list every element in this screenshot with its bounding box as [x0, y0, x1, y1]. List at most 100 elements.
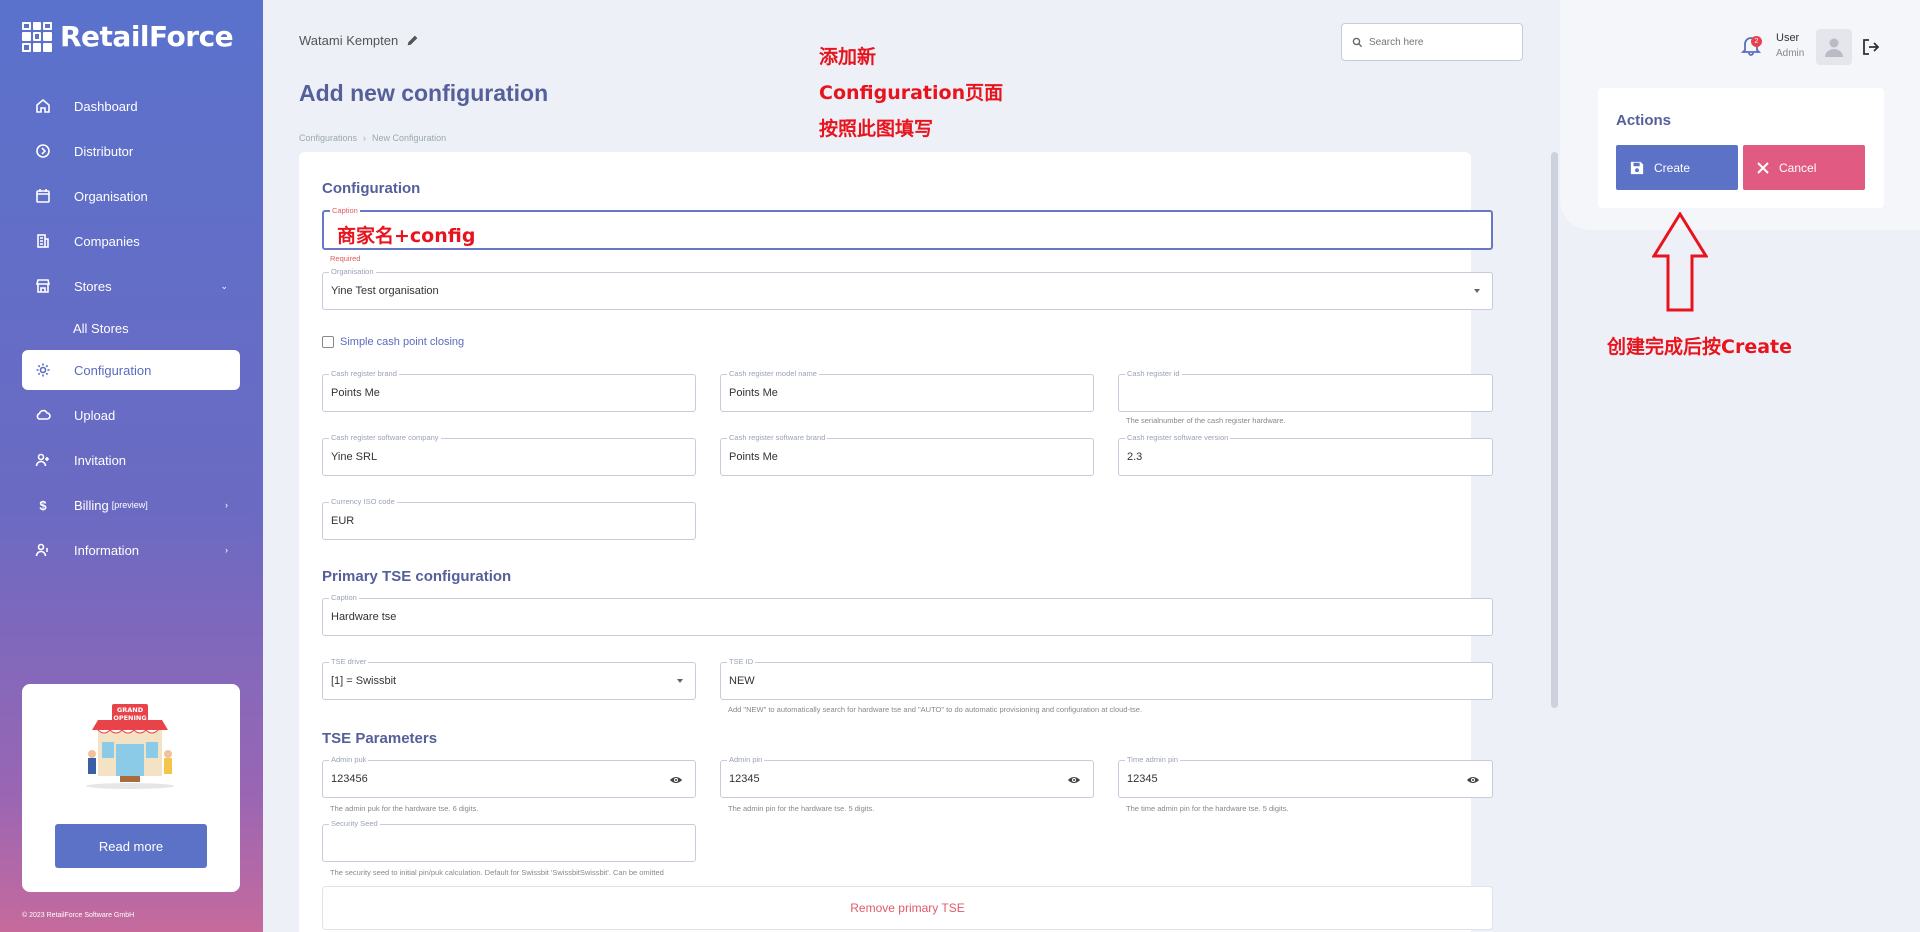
search-icon — [1352, 37, 1363, 47]
admin-pin-field[interactable]: Admin pin 12345 — [720, 755, 1094, 798]
annotation-create-hint: 创建完成后按Create — [1607, 336, 1792, 358]
security-seed-hint: The security seed to initial pin/puk cal… — [330, 868, 664, 877]
field-label: Cash register brand — [329, 369, 399, 378]
field-value: 12345 — [1127, 773, 1158, 785]
eye-icon[interactable] — [1466, 773, 1480, 787]
sidebar-item-billing[interactable]: $ Billing [preview] › — [22, 485, 240, 525]
save-icon — [1630, 161, 1644, 174]
home-icon — [34, 97, 52, 115]
promo-card: GRAND OPENING Read more — [22, 684, 240, 892]
cash-register-id-field[interactable]: Cash register id — [1118, 369, 1493, 412]
sidebar-item-invitation[interactable]: Invitation — [22, 440, 240, 480]
sidebar-item-organisation[interactable]: Organisation — [22, 176, 240, 216]
currency-field[interactable]: Currency ISO code EUR — [322, 497, 696, 540]
tse-id-hint: Add "NEW" to automatically search for ha… — [728, 705, 1143, 714]
time-admin-pin-field[interactable]: Time admin pin 12345 — [1118, 755, 1493, 798]
field-label: Cash register software company — [329, 433, 441, 442]
copyright-text: © 2023 RetailForce Software GmbH — [22, 912, 135, 919]
cash-register-model-field[interactable]: Cash register model name Points Me — [720, 369, 1094, 412]
edit-pencil-icon[interactable] — [406, 34, 419, 47]
gear-icon — [34, 361, 52, 379]
field-label: Cash register id — [1125, 369, 1182, 378]
sign-text-opening: OPENING — [113, 714, 146, 722]
main-content: Watami Kempten Add new configuration Con… — [263, 0, 1560, 932]
field-label: Cash register software brand — [727, 433, 828, 442]
software-version-field[interactable]: Cash register software version 2.3 — [1118, 433, 1493, 476]
logout-icon[interactable] — [1862, 38, 1880, 56]
search-input[interactable] — [1369, 36, 1509, 48]
sidebar-item-information[interactable]: Information › — [22, 530, 240, 570]
cancel-button[interactable]: Cancel — [1743, 145, 1865, 190]
field-label: TSE driver — [329, 657, 369, 666]
simple-cash-point-closing-checkbox[interactable]: Simple cash point closing — [322, 336, 464, 348]
admin-puk-field[interactable]: Admin puk 123456 — [322, 755, 696, 798]
cloud-icon — [34, 406, 52, 424]
field-label: Caption — [329, 593, 359, 602]
field-value: 123456 — [331, 773, 368, 785]
tse-caption-field[interactable]: Caption Hardware tse — [322, 593, 1493, 636]
avatar[interactable] — [1816, 29, 1852, 65]
checkbox-box[interactable] — [322, 336, 334, 348]
sidebar-item-all-stores[interactable]: All Stores — [22, 311, 240, 345]
qr-logo-icon — [22, 21, 52, 52]
sidebar-item-label: All Stores — [73, 320, 129, 336]
annotation-up-arrow — [1652, 212, 1708, 312]
time-admin-pin-hint: The time admin pin for the hardware tse.… — [1126, 804, 1289, 813]
create-button-label: Create — [1654, 160, 1691, 175]
page-title: Add new configuration — [299, 80, 549, 106]
sidebar-item-label: Stores — [74, 278, 112, 294]
field-label: Cash register software version — [1125, 433, 1231, 442]
caption-field[interactable]: Caption 商家名+config — [322, 206, 1493, 250]
scrollbar-thumb[interactable] — [1551, 152, 1558, 708]
brand-logo[interactable]: RetailForce — [22, 20, 234, 53]
brand-name: RetailForce — [60, 20, 234, 53]
organisation-label: Organisation — [329, 267, 376, 276]
eye-icon[interactable] — [669, 773, 683, 787]
sidebar-item-label: Configuration — [74, 362, 152, 378]
sidebar-item-label: Companies — [74, 233, 140, 249]
field-value: Points Me — [331, 387, 380, 399]
actions-title: Actions — [1616, 112, 1672, 129]
organisation-select[interactable]: Organisation Yine Test organisation — [322, 267, 1493, 310]
eye-icon[interactable] — [1067, 773, 1081, 787]
section-title-primary-tse: Primary TSE configuration — [322, 568, 512, 585]
software-brand-field[interactable]: Cash register software brand Points Me — [720, 433, 1094, 476]
remove-primary-tse-button[interactable]: Remove primary TSE — [322, 886, 1493, 930]
sidebar-item-upload[interactable]: Upload — [22, 395, 240, 435]
security-seed-field[interactable]: Security Seed — [322, 819, 696, 862]
create-button[interactable]: Create — [1616, 145, 1738, 190]
field-label: Time admin pin — [1125, 755, 1180, 764]
tse-id-field[interactable]: TSE ID NEW — [720, 657, 1493, 700]
building-icon — [34, 232, 52, 250]
sidebar-item-companies[interactable]: Companies — [22, 221, 240, 261]
sidebar-item-dashboard[interactable]: Dashboard — [22, 86, 240, 126]
breadcrumb-configurations[interactable]: Configurations — [299, 133, 357, 143]
admin-pin-hint: The admin pin for the hardware tse. 5 di… — [728, 804, 875, 813]
field-value: Points Me — [729, 451, 778, 463]
admin-puk-hint: The admin puk for the hardware tse. 6 di… — [330, 804, 479, 813]
field-value: 12345 — [729, 773, 760, 785]
chevron-right-icon: › — [225, 500, 228, 510]
field-label: Security Seed — [329, 819, 380, 828]
field-value: Yine SRL — [331, 451, 378, 463]
section-title-configuration: Configuration — [322, 180, 421, 197]
sign-text-grand: GRAND — [117, 706, 144, 714]
sidebar-item-distributor[interactable]: Distributor — [22, 131, 240, 171]
sidebar-item-configuration[interactable]: Configuration — [22, 350, 240, 390]
distributor-icon — [34, 142, 52, 160]
field-label: Admin pin — [727, 755, 765, 764]
search-box[interactable] — [1341, 23, 1523, 61]
breadcrumb-new-configuration: New Configuration — [372, 133, 447, 143]
field-label: TSE ID — [727, 657, 756, 666]
read-more-button[interactable]: Read more — [55, 824, 207, 868]
right-panel-top: 2 User Admin Actions Create Cancel — [1560, 0, 1920, 230]
field-value: EUR — [331, 515, 355, 527]
store-name: Watami Kempten — [299, 33, 399, 48]
chevron-right-icon: › — [225, 545, 228, 555]
software-company-field[interactable]: Cash register software company Yine SRL — [322, 433, 696, 476]
sidebar-item-stores[interactable]: Stores ⌄ — [22, 266, 240, 306]
cash-register-brand-field[interactable]: Cash register brand Points Me — [322, 369, 696, 412]
sidebar-item-label: Dashboard — [74, 98, 138, 114]
tse-driver-select[interactable]: TSE driver [1] = Swissbit — [322, 657, 696, 700]
organisation-value: Yine Test organisation — [331, 285, 439, 297]
